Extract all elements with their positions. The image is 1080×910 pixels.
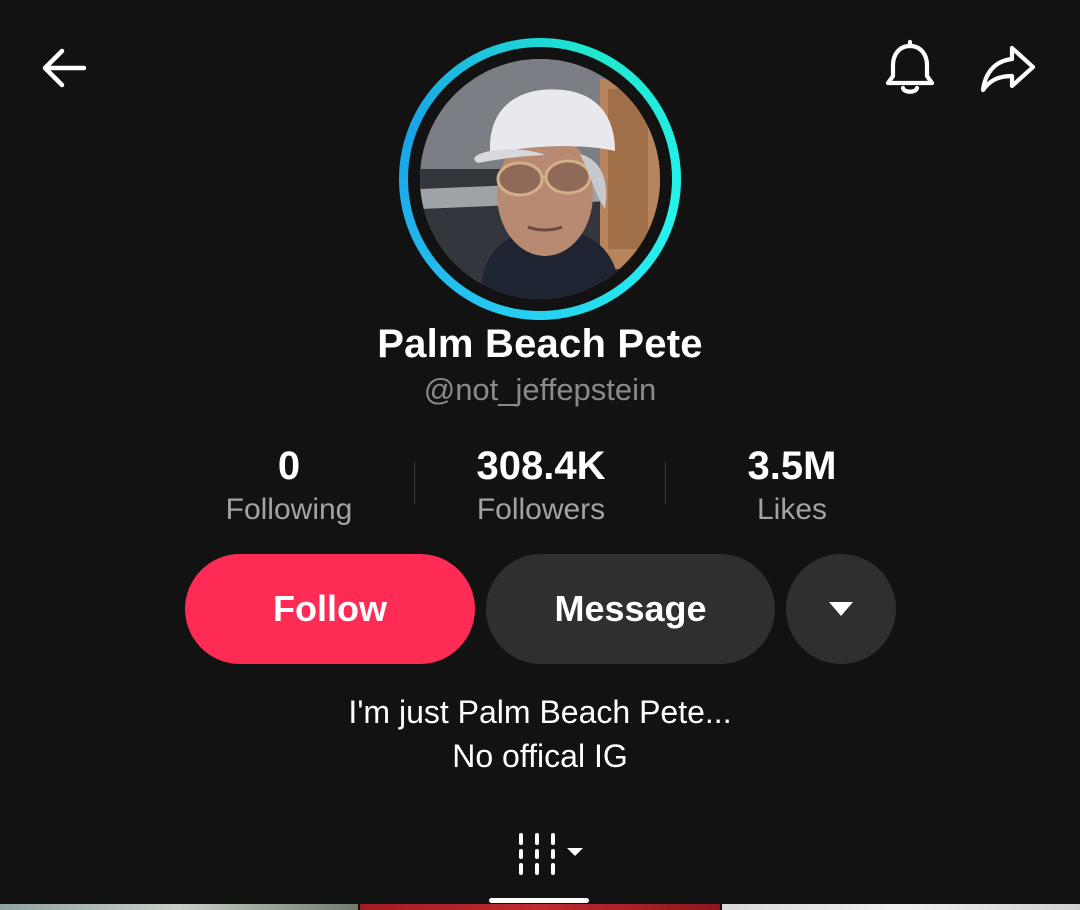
follow-button[interactable]: Follow	[185, 554, 475, 664]
back-button[interactable]	[28, 32, 100, 104]
username-handle: @not_jeffepstein	[423, 372, 657, 407]
suggested-accounts-toggle[interactable]	[786, 554, 896, 664]
video-thumbnail[interactable]	[722, 904, 1080, 910]
active-tab-indicator	[489, 898, 589, 903]
caret-down-icon	[829, 602, 853, 616]
bio-line-1: I'm just Palm Beach Pete...	[348, 694, 732, 730]
stat-divider	[414, 462, 415, 504]
grid-videos-icon	[519, 833, 555, 875]
message-button[interactable]: Message	[486, 554, 775, 664]
stat-followers-value: 308.4K	[476, 444, 606, 488]
videos-tab[interactable]	[510, 826, 590, 882]
avatar-photo	[420, 59, 660, 299]
stat-following-label: Following	[225, 493, 353, 526]
stat-likes-value: 3.5M	[747, 444, 837, 488]
stat-following[interactable]: 0 Following	[179, 442, 399, 530]
video-thumbnail[interactable]	[360, 904, 720, 910]
bio-line-2: No offical IG	[452, 738, 628, 774]
stat-likes-label: Likes	[756, 493, 828, 526]
stat-divider	[665, 462, 666, 504]
stat-followers-label: Followers	[476, 493, 606, 526]
stat-following-value: 0	[277, 444, 301, 488]
avatar-story-ring[interactable]	[399, 38, 681, 320]
stat-followers[interactable]: 308.4K Followers	[431, 442, 651, 530]
share-button[interactable]	[972, 32, 1044, 104]
notifications-button[interactable]	[874, 32, 946, 104]
caret-down-icon	[567, 848, 583, 856]
stat-likes[interactable]: 3.5M Likes	[682, 442, 902, 530]
video-thumbnail[interactable]	[0, 904, 358, 910]
arrow-left-icon	[42, 48, 87, 88]
avatar-ring-gap	[408, 47, 672, 311]
share-arrow-icon	[980, 45, 1036, 93]
display-name: Palm Beach Pete	[377, 322, 703, 366]
avatar	[420, 59, 660, 299]
bell-icon	[885, 39, 935, 94]
